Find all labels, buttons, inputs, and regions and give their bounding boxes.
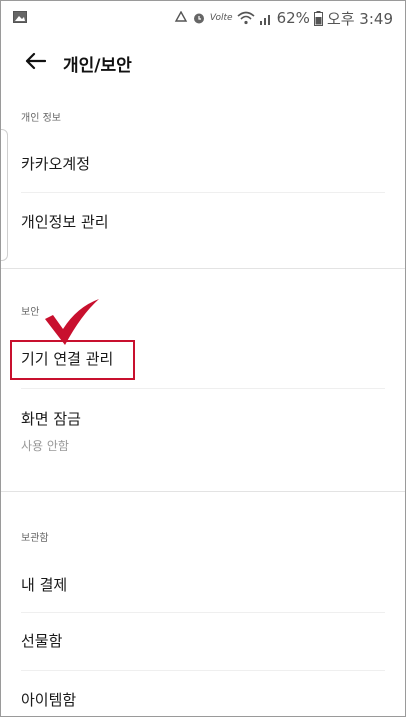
menu-item-label: 아이템함: [21, 691, 77, 709]
menu-item-label: 선물함: [21, 632, 63, 650]
menu-item-my-payments[interactable]: 내 결제: [1, 555, 405, 613]
menu-item-label: 카카오계정: [21, 155, 91, 173]
section-header-security: 보안: [21, 307, 40, 318]
checkmark-annotation-icon: [43, 297, 103, 351]
menu-item-sublabel: 사용 안함: [21, 439, 69, 453]
section-header-storage: 보관함: [21, 533, 49, 544]
back-button[interactable]: [7, 35, 63, 91]
menu-item-screen-lock[interactable]: 화면 잠금 사용 안함: [1, 389, 405, 469]
arrow-left-icon: [24, 52, 47, 74]
page-title: 개인/보안: [63, 55, 132, 76]
menu-item-kakao-account[interactable]: 카카오계정: [1, 135, 405, 193]
app-bar: 개인/보안: [1, 35, 405, 91]
recycle-icon: [174, 11, 188, 25]
menu-item-gift-box[interactable]: 선물함: [1, 613, 405, 671]
volte-indicator: Volte: [209, 13, 233, 23]
menu-item-label: 화면 잠금: [21, 410, 81, 428]
section-header-personal: 개인 정보: [21, 113, 61, 124]
signal-icon: [259, 12, 273, 25]
battery-icon: [313, 10, 323, 26]
clock: 오후 3:49: [326, 9, 393, 28]
menu-item-label: 내 결제: [21, 576, 68, 594]
menu-item-privacy-management[interactable]: 개인정보 관리: [1, 193, 405, 251]
menu-item-label: 개인정보 관리: [21, 213, 109, 231]
section-divider: [1, 491, 405, 492]
menu-item-item-box[interactable]: 아이템함: [1, 671, 405, 716]
section-divider: [1, 268, 405, 269]
battery-percent: 62%: [276, 9, 310, 27]
screen-frame: Volte 62% 오후 3:49 개인/보안 개인 정보 카카오계정 개인정보…: [0, 0, 406, 717]
alarm-icon: [192, 11, 206, 25]
wifi-icon: [237, 11, 255, 25]
status-bar: Volte 62% 오후 3:49: [1, 1, 405, 35]
gallery-notification-icon: [13, 9, 27, 27]
